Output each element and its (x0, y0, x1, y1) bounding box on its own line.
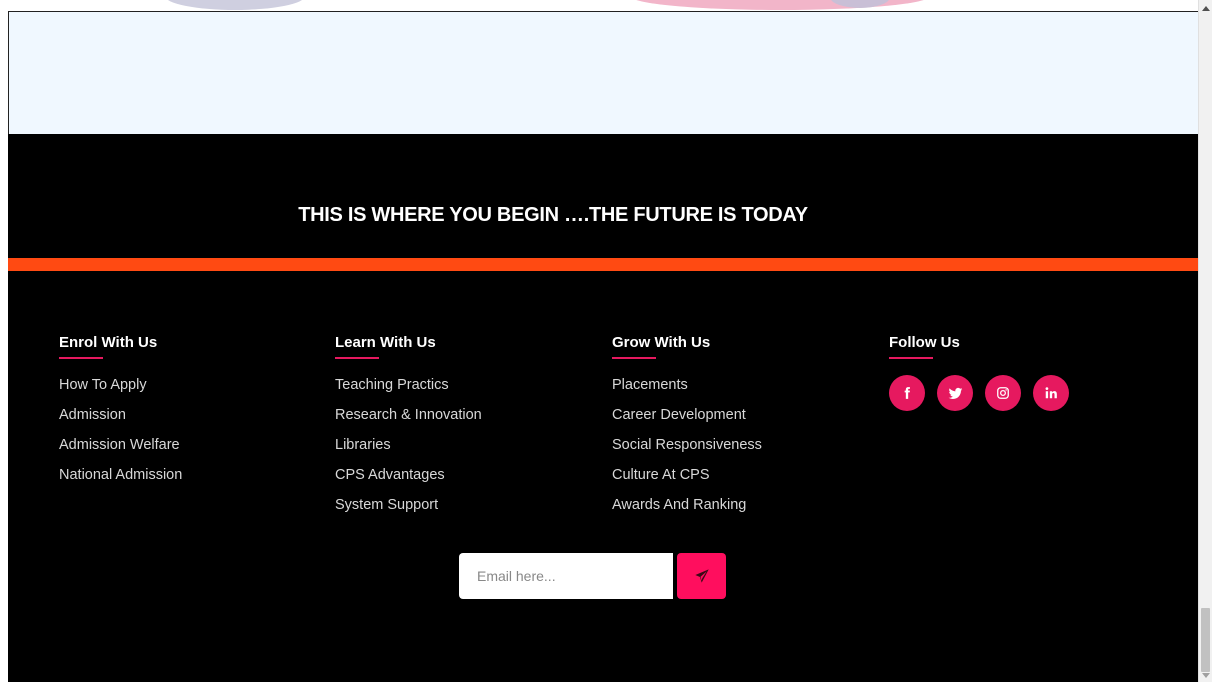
footer-column-enrol: Enrol With Us How To Apply Admission Adm… (59, 334, 182, 495)
footer-link-research-innovation[interactable]: Research & Innovation (335, 405, 482, 435)
footer-link-career-development[interactable]: Career Development (612, 405, 762, 435)
linkedin-icon[interactable] (1033, 375, 1069, 411)
heading-underline (889, 357, 933, 359)
footer-link-social-responsiveness[interactable]: Social Responsiveness (612, 435, 762, 465)
facebook-icon[interactable] (889, 375, 925, 411)
column-heading: Follow Us (889, 334, 960, 351)
send-icon (694, 569, 709, 583)
footer-link-system-support[interactable]: System Support (335, 495, 482, 525)
footer-link-admission-welfare[interactable]: Admission Welfare (59, 435, 182, 465)
newsletter-form (459, 553, 726, 599)
light-content-section (8, 11, 1198, 134)
footer-link-libraries[interactable]: Libraries (335, 435, 482, 465)
scroll-up-arrow-icon[interactable] (1202, 6, 1210, 11)
column-heading: Grow With Us (612, 334, 711, 351)
social-links (889, 375, 1069, 411)
footer-link-cps-advantages[interactable]: CPS Advantages (335, 465, 482, 495)
instagram-icon[interactable] (985, 375, 1021, 411)
footer-link-national-admission[interactable]: National Admission (59, 465, 182, 495)
hero-image-edge (0, 0, 1198, 11)
page-scrollbar[interactable] (1198, 0, 1212, 682)
footer-column-follow: Follow Us (889, 334, 1069, 411)
column-heading: Learn With Us (335, 334, 436, 351)
footer-tagline: THIS IS WHERE YOU BEGIN ….THE FUTURE IS … (298, 204, 808, 226)
footer-column-grow: Grow With Us Placements Career Developme… (612, 334, 762, 525)
hero-image-fragment (165, 0, 305, 10)
heading-underline (59, 357, 103, 359)
footer-link-how-to-apply[interactable]: How To Apply (59, 375, 182, 405)
heading-underline (335, 357, 379, 359)
heading-underline (612, 357, 656, 359)
subscribe-button[interactable] (677, 553, 726, 599)
footer-link-culture-at-cps[interactable]: Culture At CPS (612, 465, 762, 495)
email-input[interactable] (459, 553, 673, 599)
twitter-icon[interactable] (937, 375, 973, 411)
footer-divider-bar (8, 258, 1198, 271)
footer-link-placements[interactable]: Placements (612, 375, 762, 405)
footer-link-admission[interactable]: Admission (59, 405, 182, 435)
footer-link-teaching-practics[interactable]: Teaching Practics (335, 375, 482, 405)
footer-column-learn: Learn With Us Teaching Practics Research… (335, 334, 482, 525)
footer-link-awards-and-ranking[interactable]: Awards And Ranking (612, 495, 762, 525)
scrollbar-thumb[interactable] (1201, 608, 1210, 672)
site-footer: THIS IS WHERE YOU BEGIN ….THE FUTURE IS … (8, 134, 1198, 682)
column-heading: Enrol With Us (59, 334, 158, 351)
scroll-down-arrow-icon[interactable] (1202, 673, 1210, 678)
